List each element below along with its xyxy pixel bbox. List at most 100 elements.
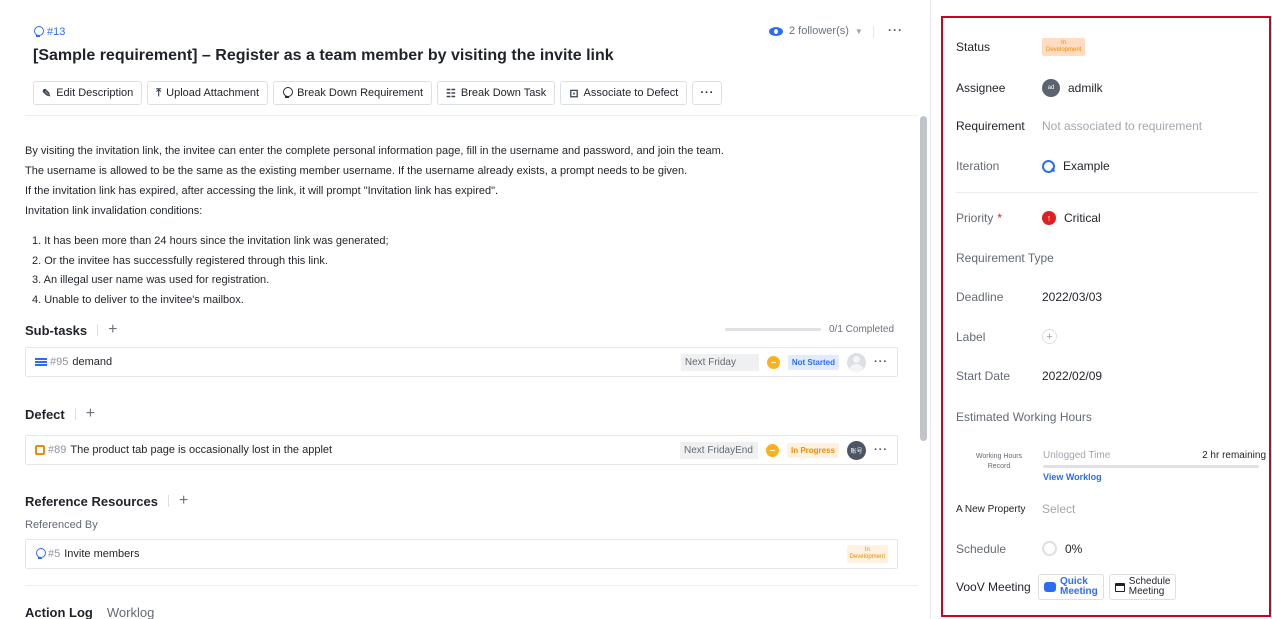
quick-meeting-button[interactable]: Quick Meeting: [1038, 574, 1104, 600]
label-line: Meeting: [1128, 586, 1165, 597]
schedule-value[interactable]: 0%: [1042, 541, 1082, 556]
edit-description-button[interactable]: ✎ Edit Description: [33, 81, 143, 105]
heading-divider: [74, 408, 76, 420]
status-badge[interactable]: In Progress: [786, 442, 839, 458]
task-icon: [35, 357, 47, 367]
priority-medium-icon[interactable]: [765, 443, 779, 457]
subtask-date[interactable]: Next Friday: [680, 353, 759, 371]
toolbar-more-button[interactable]: ···: [692, 81, 723, 105]
divider: [25, 115, 918, 116]
working-hours-record-label: Working Hours Record: [956, 452, 1042, 472]
edit-description-label: Edit Description: [56, 87, 134, 99]
requirement-id[interactable]: #13: [33, 26, 65, 38]
upload-attachment-label: Upload Attachment: [166, 87, 260, 99]
label-line: Meeting: [1060, 586, 1098, 597]
defect-meta: Next FridayEnd In Progress 账号 ···: [679, 436, 888, 464]
assignee-value[interactable]: ad admilk: [1042, 79, 1103, 97]
progress-bar: [725, 328, 821, 331]
subtask-row[interactable]: #95 demand Next Friday Not Started ···: [25, 347, 898, 377]
requirement-bulb-icon: [282, 87, 294, 99]
break-down-task-label: Break Down Task: [460, 87, 547, 99]
priority-value[interactable]: ↑ Critical: [1042, 211, 1101, 225]
voov-meeting-label: VooV Meeting: [956, 580, 1031, 594]
break-down-task-button[interactable]: ☷ Break Down Task: [437, 81, 556, 105]
subtasks-title: Sub-tasks: [25, 322, 88, 338]
status-line: Development: [849, 554, 885, 560]
divider: [956, 192, 1258, 193]
defect-row[interactable]: #89 The product tab page is occasionally…: [25, 435, 898, 465]
add-label-button[interactable]: +: [1042, 329, 1057, 344]
upload-icon: ⤒: [156, 86, 162, 99]
reference-row[interactable]: #5 Invite members In Development: [25, 539, 898, 569]
requirement-detail-main: #13 [Sample requirement] – Register as a…: [0, 0, 930, 619]
view-worklog-link[interactable]: View Worklog: [1043, 472, 1102, 482]
description-line: The username is allowed to be the same a…: [25, 165, 688, 177]
priority-medium-icon[interactable]: [766, 355, 780, 369]
deadline-field: Deadline 2022/03/03: [956, 290, 1102, 304]
status-label: Status: [956, 40, 991, 54]
scrollbar-thumb[interactable]: [920, 116, 927, 441]
more-actions-button[interactable]: ···: [888, 23, 903, 37]
defect-item-title: The product tab page is occasionally los…: [70, 444, 333, 456]
avatar[interactable]: 账号: [847, 440, 866, 460]
status-field: Status In Development: [956, 38, 1086, 56]
assignee-label: Assignee: [956, 81, 1006, 95]
deadline-label: Deadline: [956, 290, 1004, 304]
invalidation-conditions-list: 1. It has been more than 24 hours since …: [25, 232, 905, 310]
subtask-more-button[interactable]: ···: [874, 356, 888, 368]
iteration-name: Example: [1063, 159, 1110, 173]
label-line: Working Hours: [975, 453, 1023, 460]
defect-icon: [35, 445, 45, 455]
status-badge[interactable]: In Development: [846, 545, 888, 563]
assignee-name: admilk: [1068, 81, 1103, 95]
avatar: ad: [1042, 79, 1060, 97]
priority-field: Priority * ↑ Critical: [956, 211, 1101, 225]
hours-remaining: 2 hr remaining: [1202, 450, 1266, 461]
log-tabs: Action Log Worklog: [25, 605, 154, 619]
condition-item: 2. Or the invitee has successfully regis…: [32, 254, 328, 267]
chevron-down-icon: ▼: [854, 26, 863, 36]
start-date-value[interactable]: 2022/02/09: [1042, 369, 1102, 383]
associate-to-defect-button[interactable]: ⊡ Associate to Defect: [560, 81, 688, 105]
status-badge[interactable]: Not Started: [787, 354, 839, 370]
defect-id: #89: [48, 444, 67, 456]
iteration-value[interactable]: Example: [1042, 159, 1110, 173]
scrollbar[interactable]: [919, 116, 928, 619]
hours-progress-bar: [1043, 465, 1259, 468]
defect-title: Defect: [25, 406, 65, 422]
add-reference-button[interactable]: +: [179, 492, 188, 510]
new-property-select[interactable]: Select: [1042, 502, 1075, 516]
critical-priority-icon: ↑: [1042, 211, 1056, 225]
defect-icon: ⊡: [569, 87, 579, 100]
break-down-requirement-button[interactable]: Break Down Requirement: [273, 81, 433, 105]
subtasks-heading: Sub-tasks +: [25, 321, 117, 339]
schedule-meeting-button[interactable]: Schedule Meeting: [1108, 574, 1177, 600]
requirement-value[interactable]: Not associated to requirement: [1042, 119, 1202, 133]
add-defect-button[interactable]: +: [86, 405, 95, 423]
meeting-buttons: Quick Meeting Schedule Meeting: [1038, 574, 1177, 600]
requirement-field: Requirement Not associated to requiremen…: [956, 119, 1202, 133]
voov-meeting-field: VooV Meeting Quick Meeting Schedule Meet…: [956, 574, 1177, 600]
tab-action-log[interactable]: Action Log: [25, 605, 93, 619]
page-title[interactable]: [Sample requirement] – Register as a tea…: [33, 47, 614, 65]
deadline-value[interactable]: 2022/03/03: [1042, 290, 1102, 304]
add-subtask-button[interactable]: +: [108, 321, 117, 339]
references-title: Reference Resources: [25, 493, 158, 509]
unassigned-avatar[interactable]: [847, 352, 866, 372]
iteration-field: Iteration Example: [956, 159, 1110, 173]
defect-date[interactable]: Next FridayEnd: [679, 441, 758, 459]
estimated-hours-field[interactable]: Estimated Working Hours: [956, 410, 1092, 424]
defect-heading: Defect +: [25, 405, 95, 423]
label-line: Record: [987, 463, 1011, 470]
upload-attachment-button[interactable]: ⤒ Upload Attachment: [147, 81, 269, 105]
reference-id: #5: [48, 548, 61, 560]
tab-worklog[interactable]: Worklog: [107, 605, 154, 619]
required-mark: *: [997, 211, 1003, 225]
followers-dropdown[interactable]: 2 follower(s) ▼: [769, 25, 863, 37]
status-badge[interactable]: In Development: [1042, 38, 1086, 56]
defect-more-button[interactable]: ···: [874, 444, 888, 456]
requirement-type-field[interactable]: Requirement Type: [956, 251, 1054, 265]
description-body[interactable]: By visiting the invitation link, the inv…: [25, 141, 905, 310]
divider: [25, 585, 918, 586]
schedule-percent: 0%: [1065, 541, 1083, 556]
